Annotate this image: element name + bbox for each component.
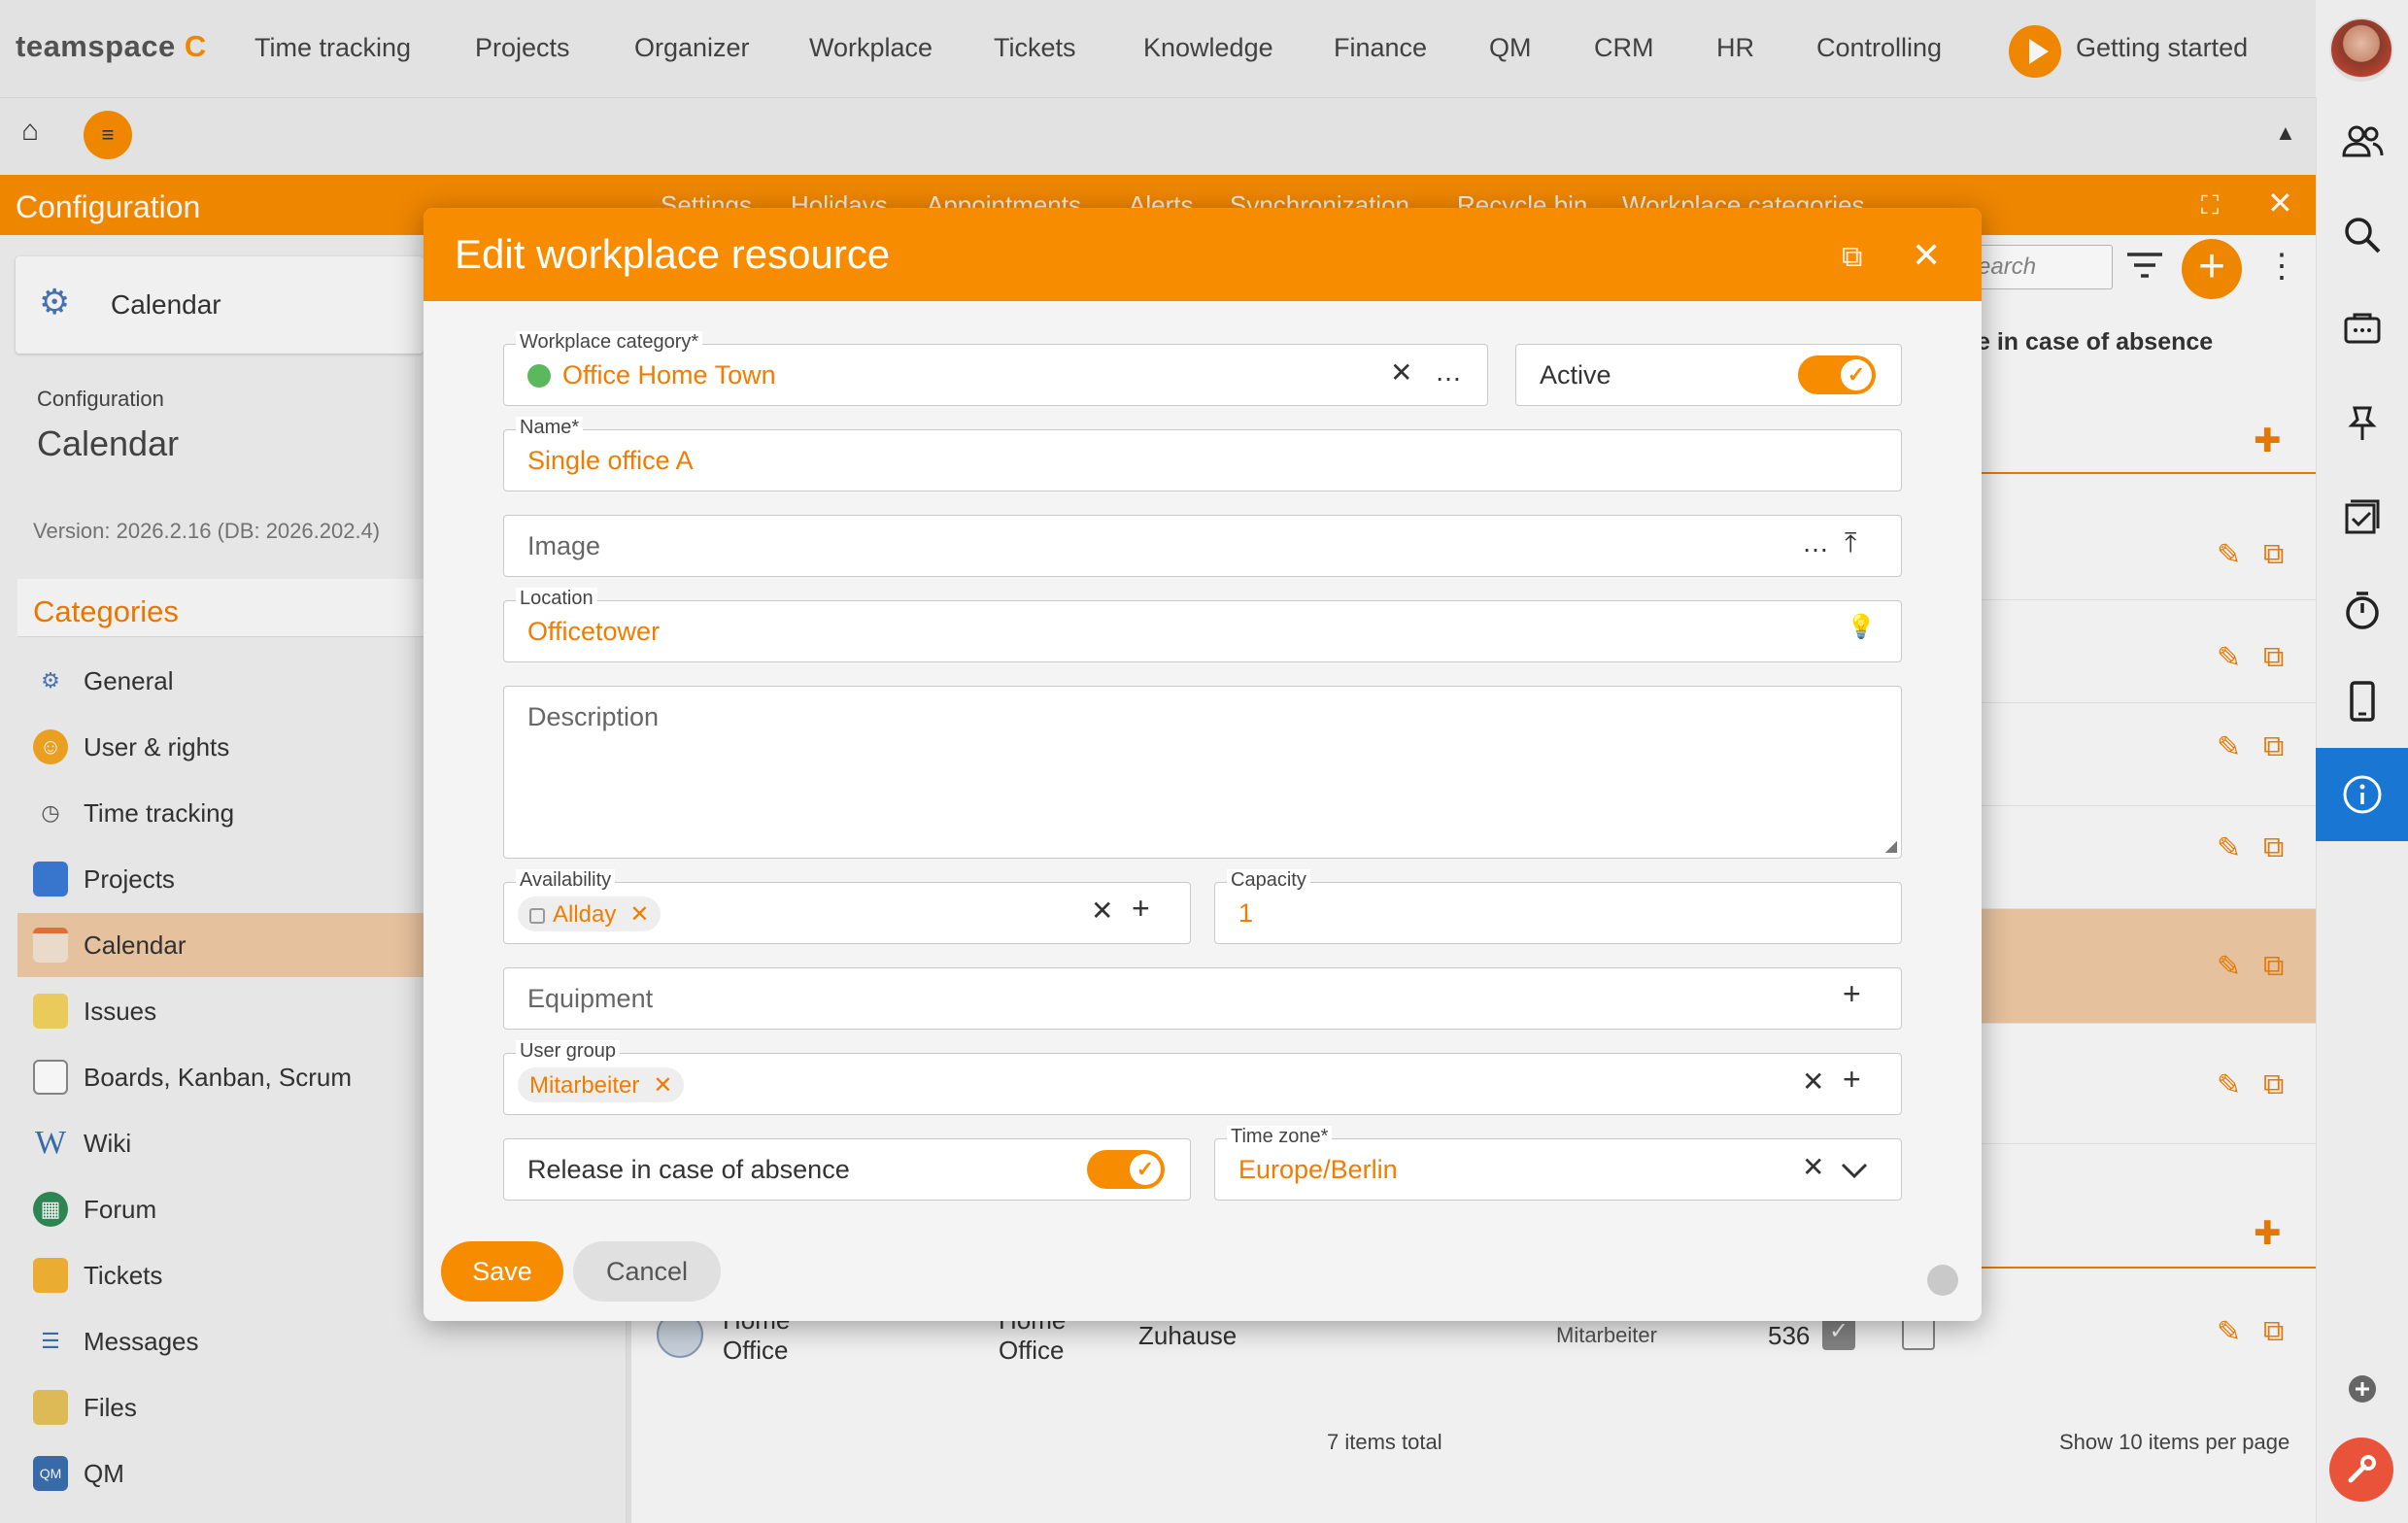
field-value: Office Home Town xyxy=(562,360,776,389)
release-absence-field: Release in case of absence ✓ xyxy=(503,1138,1191,1201)
capacity-field[interactable]: Capacity 1 xyxy=(1214,869,1902,944)
contacts-icon[interactable] xyxy=(2331,111,2393,173)
name-field[interactable]: Name* Single office A xyxy=(503,417,1902,491)
field-label: Workplace category* xyxy=(516,331,703,353)
release-absence-toggle[interactable]: ✓ xyxy=(1087,1150,1165,1189)
check-icon: ✓ xyxy=(1841,359,1872,390)
active-field: Active ✓ xyxy=(1515,344,1902,406)
add-icon[interactable]: + xyxy=(1132,891,1150,927)
field-placeholder: Description xyxy=(527,702,660,731)
field-label: User group xyxy=(516,1040,620,1062)
field-value: 1 xyxy=(1238,898,1254,928)
lightbulb-icon[interactable]: 💡 xyxy=(1847,613,1876,641)
task-check-icon[interactable] xyxy=(2331,486,2393,548)
user-icon[interactable] xyxy=(1927,1265,1958,1296)
category-icon xyxy=(527,364,551,388)
dialog-title: Edit workplace resource xyxy=(455,231,891,277)
more-icon[interactable]: … xyxy=(1435,356,1462,388)
chip-remove-icon[interactable]: ✕ xyxy=(629,901,649,928)
add-circle-icon[interactable] xyxy=(2331,1358,2393,1420)
field-value: Officetower xyxy=(527,617,661,646)
field-label: Capacity xyxy=(1227,869,1310,891)
field-label: Availability xyxy=(516,869,616,891)
chevron-down-icon[interactable] xyxy=(1841,1155,1868,1186)
clear-icon[interactable]: ✕ xyxy=(1802,1066,1824,1098)
restore-window-icon[interactable]: ⧉ xyxy=(1842,241,1862,274)
clear-icon[interactable]: ✕ xyxy=(1091,895,1113,927)
field-label: Time zone* xyxy=(1227,1126,1333,1147)
user-group-chip[interactable]: Mitarbeiter ✕ xyxy=(518,1067,685,1102)
field-label: Name* xyxy=(516,417,584,438)
info-icon[interactable] xyxy=(2316,748,2408,841)
chip-remove-icon[interactable]: ✕ xyxy=(653,1072,672,1099)
more-icon[interactable]: … xyxy=(1802,527,1829,558)
stopwatch-icon[interactable] xyxy=(2331,579,2393,641)
field-placeholder: Equipment xyxy=(527,984,654,1013)
pin-icon[interactable] xyxy=(2331,392,2393,455)
search-icon[interactable] xyxy=(2331,204,2393,266)
field-label: Location xyxy=(516,588,597,609)
clear-icon[interactable]: ✕ xyxy=(1390,356,1412,389)
workplace-category-field[interactable]: Workplace category* Office Home Town ✕ … xyxy=(503,331,1488,406)
add-icon[interactable]: + xyxy=(1843,1062,1861,1098)
inbox-icon[interactable] xyxy=(2331,297,2393,359)
user-avatar[interactable] xyxy=(2329,17,2393,82)
mobile-icon[interactable] xyxy=(2331,670,2393,732)
check-icon: ✓ xyxy=(1130,1154,1161,1185)
location-field[interactable]: Location Officetower 💡 xyxy=(503,588,1902,662)
field-value: Single office A xyxy=(527,446,694,475)
availability-chip[interactable]: Allday ✕ xyxy=(518,897,661,931)
resize-handle-icon[interactable]: ◢ xyxy=(1885,836,1897,856)
description-field[interactable]: Description ◢ xyxy=(503,686,1902,859)
chip-label: Mitarbeiter xyxy=(529,1072,640,1099)
close-icon[interactable]: ✕ xyxy=(1912,235,1941,276)
field-value: Europe/Berlin xyxy=(1238,1155,1398,1184)
save-button[interactable]: Save xyxy=(441,1241,563,1302)
equipment-field[interactable]: Equipment + xyxy=(503,967,1902,1030)
cancel-button[interactable]: Cancel xyxy=(573,1241,721,1302)
field-placeholder: Image xyxy=(527,531,601,560)
field-label: Release in case of absence xyxy=(527,1155,850,1184)
availability-field[interactable]: Availability Allday ✕ ✕ + xyxy=(503,869,1191,944)
wrench-icon[interactable] xyxy=(2329,1438,2393,1502)
upload-icon[interactable]: ⤒ xyxy=(1845,527,1856,559)
image-field[interactable]: Image … ⤒ xyxy=(503,515,1902,577)
field-label: Active xyxy=(1540,360,1611,389)
clear-icon[interactable]: ✕ xyxy=(1802,1151,1824,1183)
time-zone-field[interactable]: Time zone* Europe/Berlin ✕ xyxy=(1214,1126,1902,1201)
chip-label: Allday xyxy=(553,901,617,928)
user-group-field[interactable]: User group Mitarbeiter ✕ ✕ + xyxy=(503,1040,1902,1115)
add-icon[interactable]: + xyxy=(1843,976,1861,1012)
checkbox-icon xyxy=(529,908,545,924)
active-toggle[interactable]: ✓ xyxy=(1798,355,1876,394)
